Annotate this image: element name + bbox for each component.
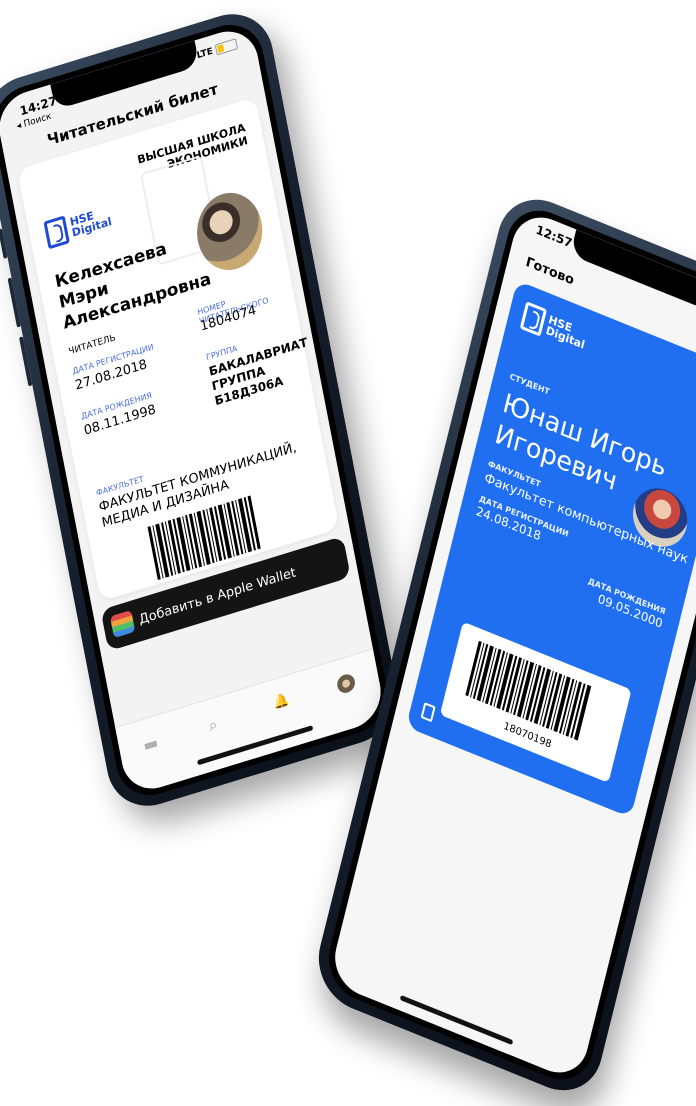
battery-icon [214,38,239,56]
bezel: 14:27 ◂ Поиск LTE Читательский билет ВЫС… [0,15,394,805]
home-indicator[interactable] [399,994,514,1046]
volume-down-button[interactable] [19,336,33,387]
profile-tab-avatar[interactable] [335,672,357,696]
holder-name: Келехсаева Мэри Александровна [53,238,213,334]
hse-digital-logo: HSE Digital [43,202,113,250]
status-time: 12:57 [534,222,574,251]
holder-role: ЧИТАТЕЛЬ [67,333,117,358]
cards-tab-icon[interactable]: ▬ [141,732,159,755]
signal-indicator: LTE [196,38,239,62]
network-type: LTE [196,46,214,62]
notifications-tab-icon[interactable]: 🔔 [272,692,290,711]
screen: 14:27 ◂ Поиск LTE Читательский билет ВЫС… [0,23,387,797]
hse-logo-icon [519,301,548,337]
wallet-icon [109,610,136,639]
hse-mini-logo-icon [420,702,436,723]
barcode-box: 18070198 [439,621,632,783]
hse-digital-logo: HSE Digital [519,301,590,354]
library-card: ВЫСШАЯ ШКОЛА ЭКОНОМИКИ HSE Digital Келех… [16,96,340,602]
tab-bar: ▬ ⌕ 🔔 [115,648,387,797]
done-button[interactable]: Готово [524,255,575,289]
search-tab-icon[interactable]: ⌕ [207,714,219,736]
left-phone: 14:27 ◂ Поиск LTE Читательский билет ВЫС… [0,2,405,818]
wallet-pass[interactable]: HSE Digital ••• СТУДЕНТ Юнаш Игорь Игоре… [405,280,696,818]
hse-logo-icon [43,215,70,250]
volume-up-button[interactable] [7,277,21,328]
mute-switch[interactable] [0,228,8,259]
